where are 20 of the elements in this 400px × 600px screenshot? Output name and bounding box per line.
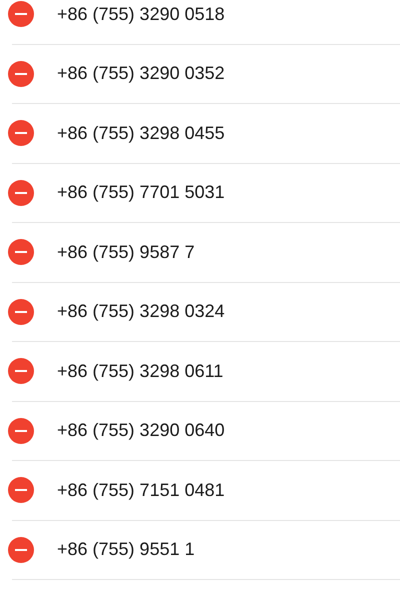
remove-button[interactable] [8,358,34,384]
remove-button[interactable] [8,477,34,504]
phone-number: +86 (755) 3290 0518 [57,2,225,26]
phone-number: +86 (755) 3298 0455 [57,122,225,145]
phone-number: +86 (755) 9551 1 [57,538,195,562]
phone-number: +86 (755) 3298 0611 [57,360,224,383]
remove-button[interactable] [8,1,34,28]
remove-button[interactable] [8,418,34,444]
remove-button[interactable] [8,536,34,563]
remove-button[interactable] [8,180,34,206]
phone-number: +86 (755) 9587 7 [57,240,195,264]
remove-button[interactable] [8,120,34,146]
phone-number: +86 (755) 7151 0481 [57,478,225,502]
phone-number: +86 (755) 3290 0640 [57,419,225,442]
remove-button[interactable] [8,239,34,266]
phone-number: +86 (755) 3298 0324 [57,300,225,324]
remove-button[interactable] [8,298,34,325]
remove-button[interactable] [8,60,34,87]
phone-number: +86 (755) 3290 0352 [57,62,225,86]
phone-number: +86 (755) 7701 5031 [57,181,225,204]
